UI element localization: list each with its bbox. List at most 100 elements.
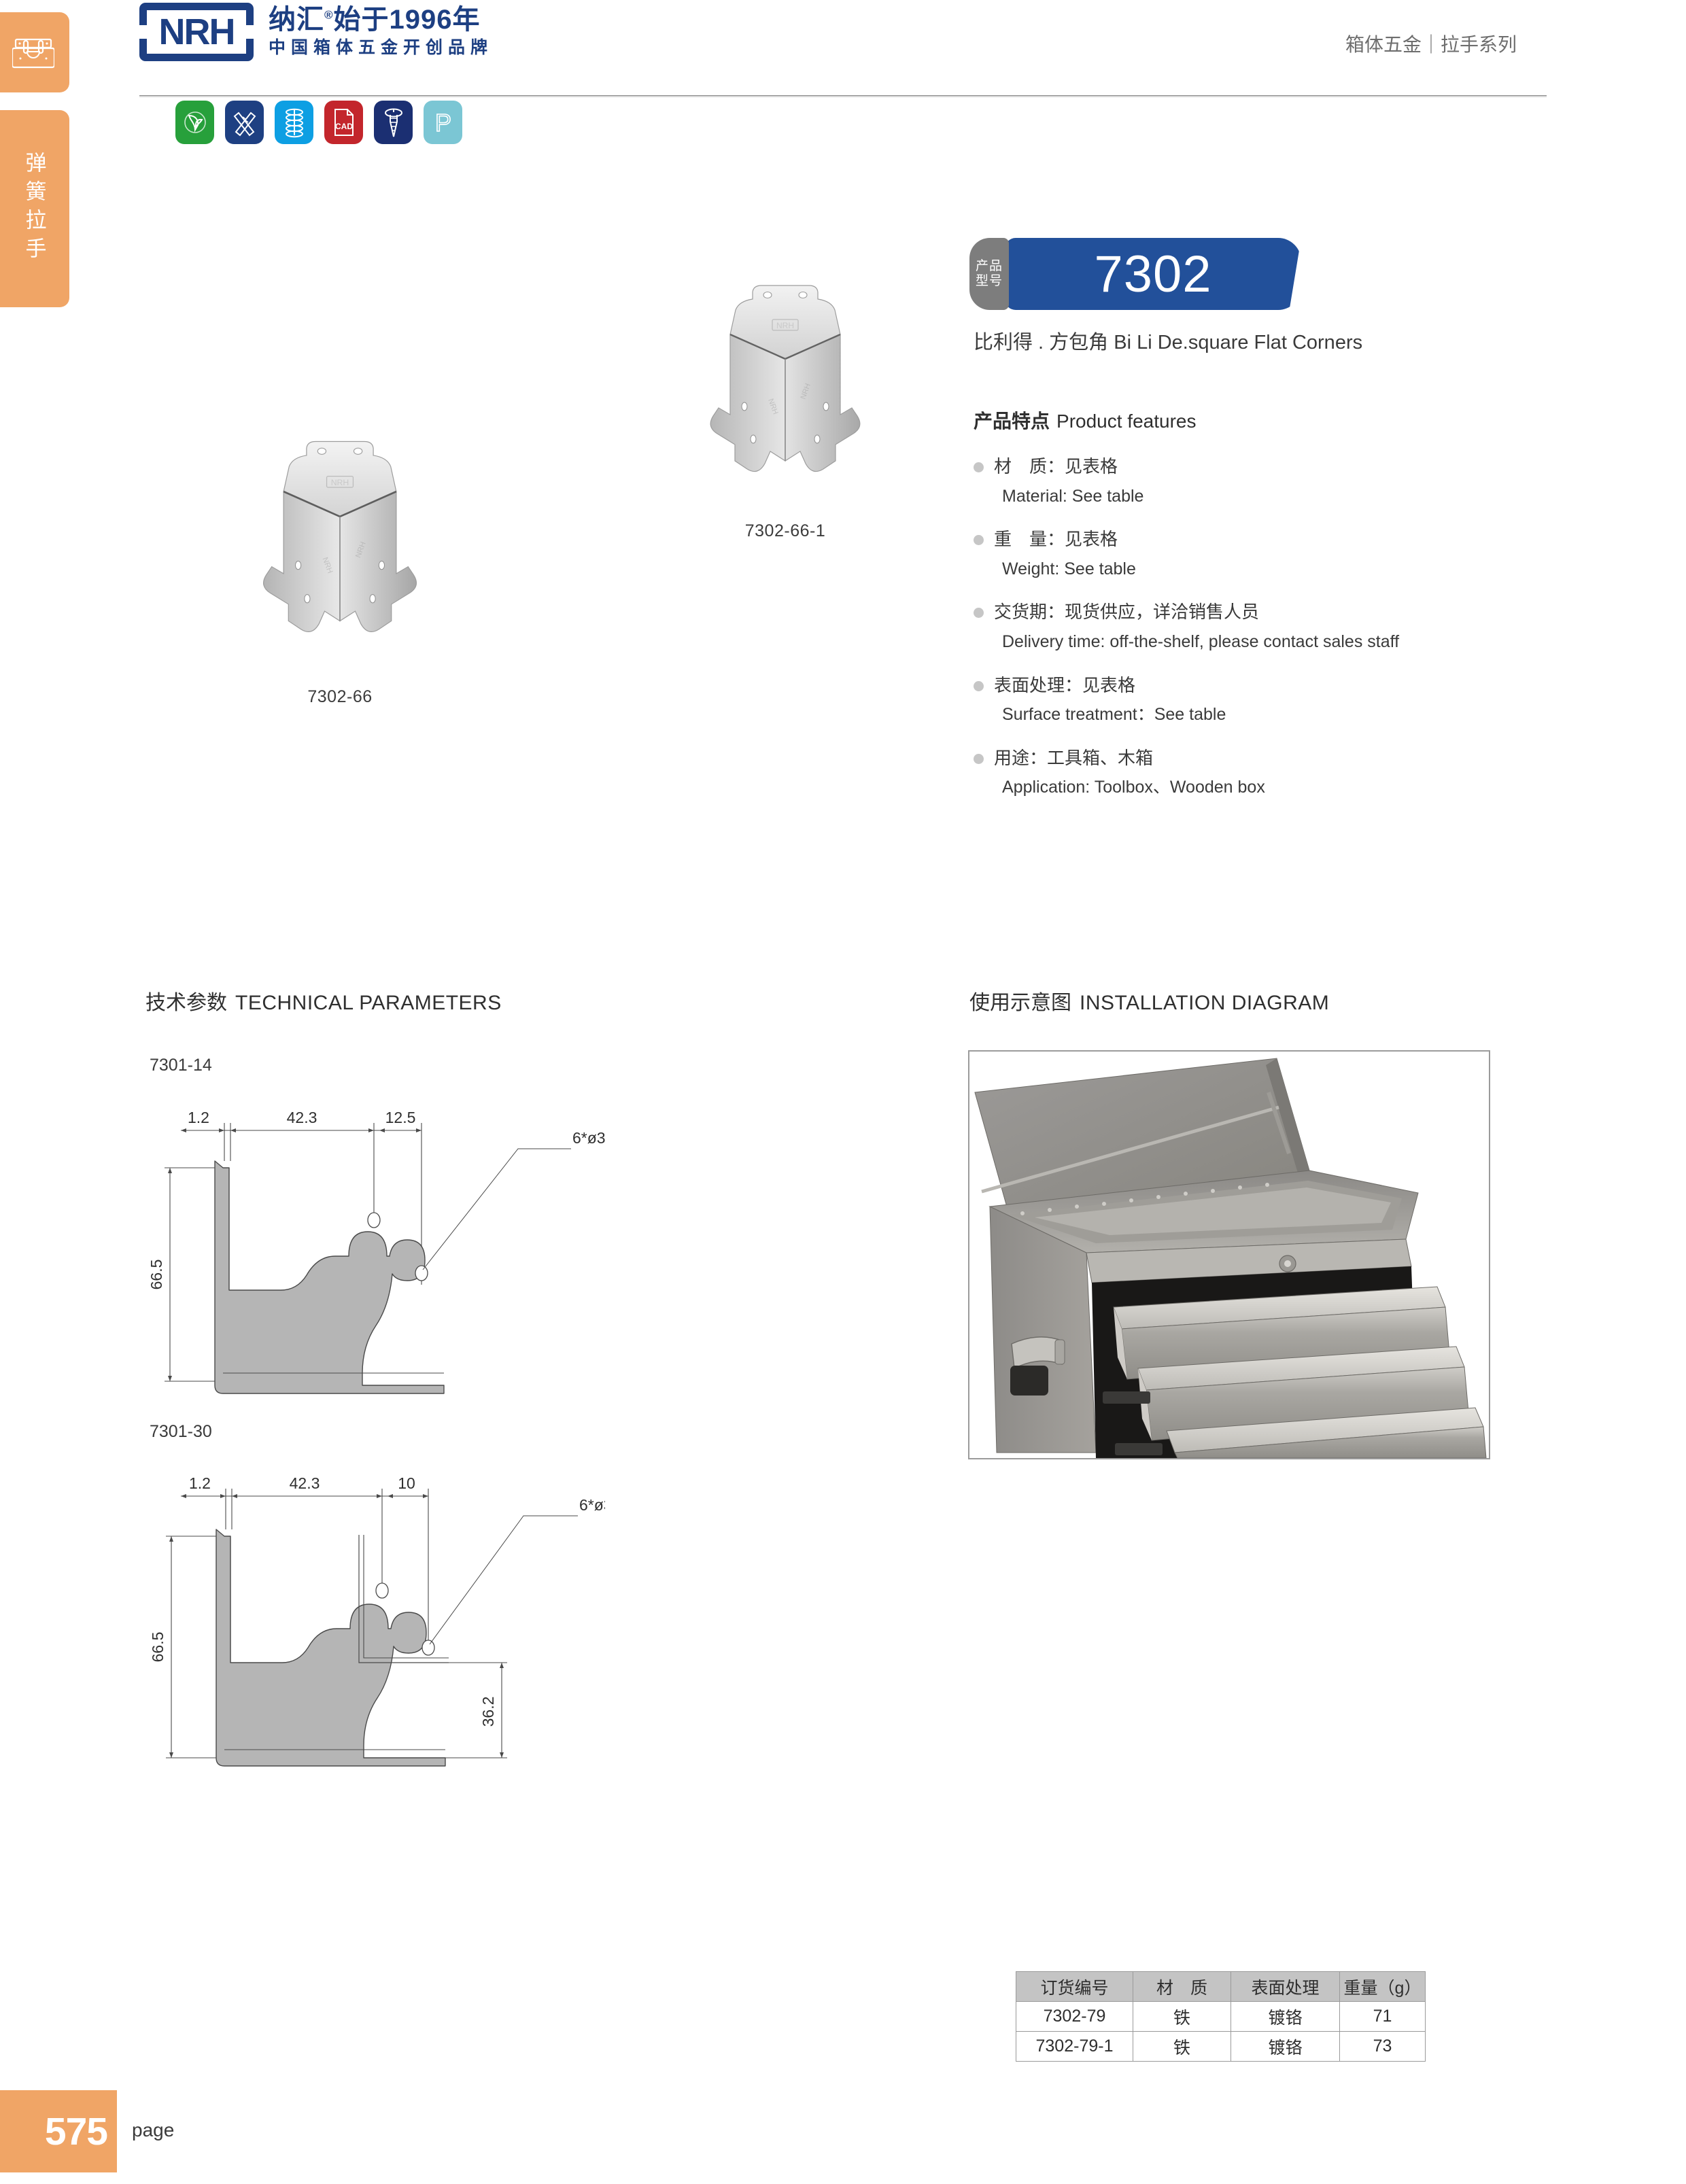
features-heading: 产品特点 Product features: [974, 406, 1653, 434]
drawing-label: 7301-30: [150, 1422, 212, 1441]
technical-drawing-7301-30: 1.2 42.3 10 66.5 36.2 6*ø3.9: [143, 1446, 625, 1783]
table-header-row: 订货编号 材 质 表面处理 重量（g）: [1016, 1971, 1426, 2002]
model-tag-line2: 型号: [975, 274, 1003, 288]
dim-offset: 10: [398, 1474, 415, 1492]
feature-text-en: Delivery time: off-the-shelf, please con…: [1002, 632, 1400, 652]
table-row: 7302-79 铁 镀铬 71: [1016, 2001, 1426, 2032]
feature-text-cn: 重 量：见表格: [994, 529, 1118, 550]
features-heading-en: Product features: [1056, 411, 1197, 432]
tech-heading-cn: 技术参数: [145, 992, 227, 1014]
bullet-icon: [974, 462, 984, 472]
brand-name-cn: 纳汇: [269, 5, 324, 35]
cell-weight: 73: [1339, 2031, 1426, 2062]
feature-text-cn: 用途：工具箱、木箱: [994, 747, 1154, 768]
product-photo-7302-66-1: NRH NRH NRH 7302-66-1: [639, 280, 931, 541]
dim-thickness: 1.2: [189, 1474, 211, 1492]
features-heading-cn: 产品特点: [974, 411, 1050, 432]
leaf-eco-icon: [175, 101, 214, 144]
svg-text:NRH: NRH: [331, 478, 349, 487]
specification-table: 订货编号 材 质 表面处理 重量（g） 7302-79 铁 镀铬 71 7302…: [1016, 1971, 1426, 2062]
product-photo-7302-66: NRH NRH NRH 7302-66: [190, 435, 489, 707]
dim-width: 42.3: [290, 1474, 320, 1492]
dim-width: 42.3: [287, 1109, 317, 1126]
column-header-material: 材 质: [1133, 1971, 1231, 2002]
svg-text:NRH: NRH: [776, 321, 794, 330]
feature-text-cn: 交货期：现货供应，详洽销售人员: [994, 602, 1260, 623]
page-label: page: [132, 2119, 175, 2140]
product-features: 产品特点 Product features 材 质：见表格 Material: S…: [974, 406, 1653, 818]
dim-offset: 12.5: [385, 1109, 416, 1126]
feature-item: 表面处理：见表格 Surface treatment：See table: [974, 673, 1653, 728]
registered-mark: ®: [324, 9, 334, 22]
cell-weight: 71: [1339, 2001, 1426, 2032]
bullet-icon: [974, 535, 984, 546]
cell-order-no: 7302-79-1: [1016, 2031, 1133, 2062]
bullet-icon: [974, 680, 984, 691]
model-tag: 产品 型号: [969, 238, 1009, 310]
toolbox-chest-photo: [968, 1050, 1490, 1459]
cad-file-icon: CAD: [324, 101, 363, 144]
dim-sub-height: 36.2: [479, 1697, 497, 1727]
product-caption: 7302-66: [307, 687, 373, 706]
product-gallery: NRH NRH NRH 7302-66-1 NRH NRH NRH 7302-6…: [122, 265, 938, 836]
dim-holes: 6*ø3.9: [579, 1496, 605, 1514]
product-subtitle: 比利得 . 方包角 Bi Li De.square Flat Corners: [974, 332, 1363, 353]
spring-coil-icon: [275, 101, 313, 144]
page-number-badge: 575: [0, 2090, 117, 2172]
sidebar-series-label: 弹簧拉手: [22, 152, 46, 266]
feature-item: 重 量：见表格 Weight: See table: [974, 527, 1653, 582]
technical-drawing-7301-14: 1.2 42.3 12.5 66.5 6*ø3.9: [143, 1081, 619, 1404]
install-heading-en: INSTALLATION DIAGRAM: [1080, 992, 1330, 1014]
attribute-icon-strip: CAD P: [175, 101, 462, 144]
feature-text-cn: 表面处理：见表格: [994, 674, 1136, 695]
sidebar-series-tab[interactable]: 弹簧拉手: [0, 110, 69, 307]
screw-nail-icon: [374, 101, 413, 144]
page-header: NRH 纳汇®始于1996年 中国箱体五金开创品牌 箱体五金｜拉手系列: [0, 0, 1686, 102]
bullet-icon: [974, 753, 984, 764]
patent-p-icon: P: [424, 101, 462, 144]
nrh-logo-mark: NRH: [139, 3, 254, 61]
cell-material: 铁: [1133, 2001, 1231, 2032]
feature-text-en: Surface treatment：See table: [1002, 705, 1226, 725]
model-number: 7302: [1005, 238, 1301, 310]
table-row: 7302-79-1 铁 镀铬 73: [1016, 2031, 1426, 2062]
feature-item: 材 质：见表格 Material: See table: [974, 454, 1653, 509]
cell-material: 铁: [1133, 2031, 1231, 2062]
feature-item: 用途：工具箱、木箱 Application: Toolbox、Wooden bo…: [974, 746, 1653, 801]
brand-logo: NRH 纳汇®始于1996年 中国箱体五金开创品牌: [139, 3, 493, 61]
brand-since: 始于1996年: [333, 5, 481, 35]
header-divider: [139, 95, 1547, 97]
column-header-surface: 表面处理: [1231, 1971, 1340, 2002]
feature-text-en: Application: Toolbox、Wooden box: [1002, 778, 1265, 797]
brand-slogan: 中国箱体五金开创品牌: [269, 38, 494, 58]
dim-thickness: 1.2: [188, 1109, 209, 1126]
model-tag-line1: 产品: [975, 258, 1003, 273]
feature-item: 交货期：现货供应，详洽销售人员 Delivery time: off-the-s…: [974, 600, 1653, 655]
dim-height: 66.5: [148, 1260, 165, 1290]
dim-height: 66.5: [149, 1632, 167, 1663]
column-header-weight: 重量（g）: [1339, 1971, 1426, 2002]
install-heading-cn: 使用示意图: [969, 992, 1071, 1014]
brand-wordmark: 纳汇®始于1996年 中国箱体五金开创品牌: [269, 5, 493, 58]
drawing-label: 7301-14: [150, 1056, 212, 1075]
feature-text-en: Material: See table: [1002, 486, 1144, 506]
product-caption: 7302-66-1: [744, 521, 826, 540]
dim-holes: 6*ø3.9: [572, 1129, 605, 1147]
column-header-order-no: 订货编号: [1016, 1971, 1133, 2002]
cell-surface: 镀铬: [1231, 2001, 1340, 2032]
product-model-badge: 产品 型号 7302: [969, 238, 1301, 310]
feature-text-en: Weight: See table: [1002, 559, 1136, 578]
bullet-icon: [974, 608, 984, 619]
tech-heading-en: TECHNICAL PARAMETERS: [235, 992, 502, 1014]
cell-surface: 镀铬: [1231, 2031, 1340, 2062]
brand-tagline-cn: 纳汇®始于1996年: [269, 5, 493, 35]
cell-order-no: 7302-79: [1016, 2001, 1133, 2032]
pencil-ruler-design-icon: [225, 101, 264, 144]
patent-letter: P: [434, 109, 451, 137]
installation-diagram-heading: 使用示意图 INSTALLATION DIAGRAM: [969, 986, 1329, 1016]
technical-parameters-heading: 技术参数 TECHNICAL PARAMETERS: [145, 986, 502, 1016]
nrh-logo-text: NRH: [158, 12, 236, 52]
cad-file-label: CAD: [335, 122, 353, 131]
breadcrumb: 箱体五金｜拉手系列: [1345, 34, 1517, 55]
feature-text-cn: 材 质：见表格: [994, 456, 1118, 476]
